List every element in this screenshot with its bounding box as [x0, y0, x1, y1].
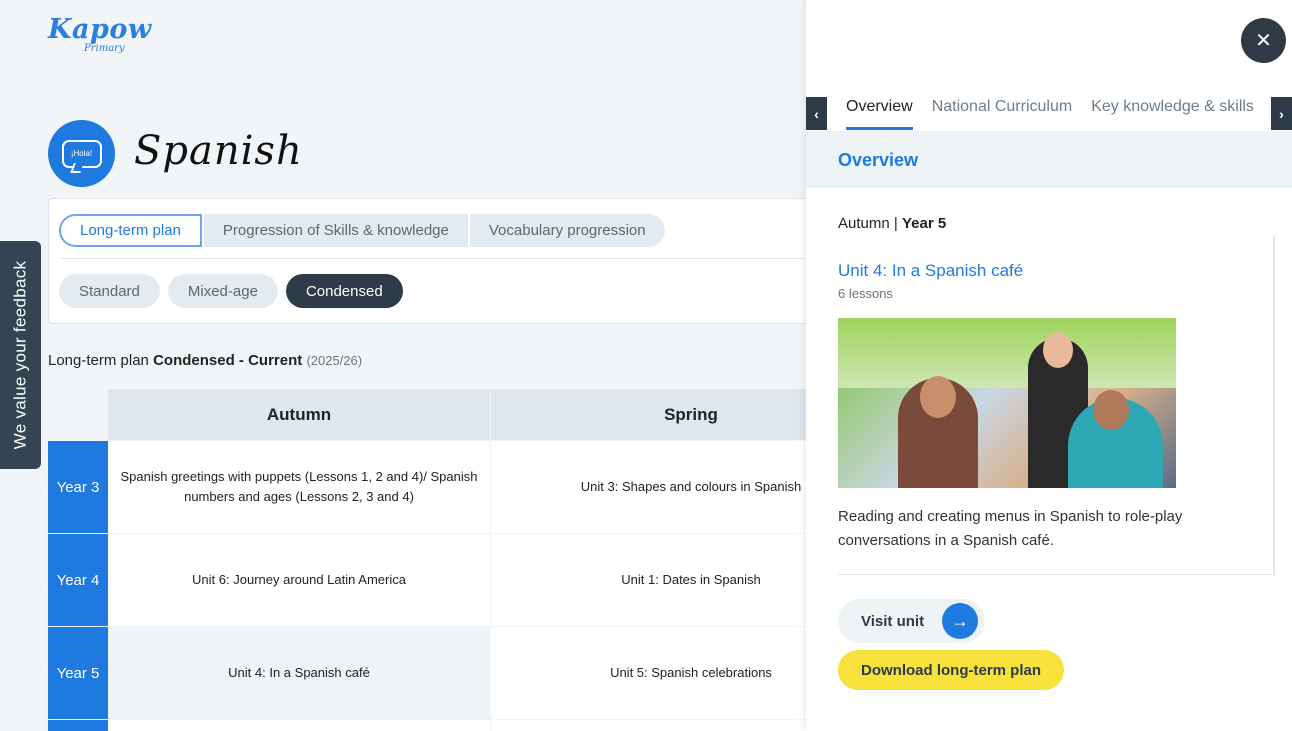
unit-lesson-count: 6 lessons [838, 286, 893, 301]
photo-background [838, 318, 1176, 388]
tab-long-term-plan[interactable]: Long-term plan [59, 214, 202, 247]
panel-tabs: Overview National Curriculum Key knowled… [846, 98, 1254, 130]
photo-face-3 [1093, 390, 1129, 430]
chevron-right-icon: › [1279, 105, 1284, 122]
tab-national-curriculum[interactable]: National Curriculum [932, 98, 1073, 130]
caption-year: (2025/26) [306, 353, 363, 368]
pill-mixed-age[interactable]: Mixed-age [167, 274, 278, 308]
unit-title-link[interactable]: Unit 4: In a Spanish café [838, 261, 1023, 281]
term-year: Autumn | Year 5 [838, 215, 946, 232]
chevron-left-icon: ‹ [814, 105, 819, 122]
tabs-prev-button[interactable]: ‹ [806, 97, 827, 130]
tab-key-knowledge[interactable]: Key knowledge & skills [1091, 98, 1254, 130]
row-label-year-4: Year 4 [48, 534, 108, 626]
row-label-next [48, 720, 108, 731]
divider [838, 574, 1273, 575]
header-autumn: Autumn [108, 389, 490, 440]
page-title: Spanish [134, 128, 303, 174]
cell-year-4-autumn[interactable]: Unit 6: Journey around Latin America [108, 534, 490, 626]
pill-condensed[interactable]: Condensed [285, 274, 403, 308]
close-button[interactable]: ✕ [1241, 18, 1286, 63]
visit-unit-label: Visit unit [861, 612, 925, 630]
logo-sub: Primary [84, 43, 125, 54]
tab-vocabulary[interactable]: Vocabulary progression [469, 214, 665, 247]
panel-heading-bar: Overview [806, 131, 1292, 187]
term-label: Autumn [838, 215, 890, 232]
cell-year-5-autumn[interactable]: Unit 4: In a Spanish café [108, 627, 490, 719]
plan-caption: Long-term plan Condensed - Current (2025… [48, 352, 362, 369]
visit-unit-button[interactable]: Visit unit → [838, 599, 985, 643]
plan-selector: Long-term plan Progression of Skills & k… [48, 198, 828, 324]
plan-tabs: Long-term plan Progression of Skills & k… [59, 214, 665, 247]
photo-face-2 [1043, 332, 1073, 368]
photo-face-1 [920, 376, 956, 418]
cell-next-autumn [108, 720, 490, 731]
cell-year-3-autumn[interactable]: Spanish greetings with puppets (Lessons … [108, 441, 490, 533]
year-label: Year 5 [901, 215, 947, 232]
caption-plan-name: Condensed - Current [153, 352, 303, 369]
row-label-year-5: Year 5 [48, 627, 108, 719]
tab-overview[interactable]: Overview [846, 98, 913, 130]
caption-prefix: Long-term plan [48, 352, 149, 369]
divider [59, 258, 827, 259]
term-separator: | [893, 215, 898, 232]
feedback-label: We value your feedback [10, 260, 30, 450]
unit-description: Reading and creating menus in Spanish to… [838, 508, 1183, 549]
pill-standard[interactable]: Standard [59, 274, 160, 308]
row-label-year-3: Year 3 [48, 441, 108, 533]
tabs-next-button[interactable]: › [1271, 97, 1292, 130]
logo-main: Kapow [48, 14, 152, 45]
feedback-tab[interactable]: We value your feedback [0, 241, 41, 469]
speech-bubble-icon: ¡Hola! [48, 120, 115, 187]
download-plan-button[interactable]: Download long-term plan [838, 650, 1064, 690]
kapow-logo[interactable]: Kapow Primary [48, 16, 152, 54]
panel-heading: Overview [838, 150, 919, 170]
tab-progression[interactable]: Progression of Skills & knowledge [203, 214, 468, 247]
unit-photo [838, 318, 1176, 488]
close-icon: ✕ [1255, 30, 1272, 52]
unit-overview-panel: ✕ ‹ Overview National Curriculum Key kno… [806, 0, 1292, 731]
scrollbar-track[interactable] [1273, 236, 1275, 576]
arrow-right-icon: → [942, 603, 978, 639]
plan-type-pills: Standard Mixed-age Condensed [59, 274, 403, 308]
speech-bubble-text: ¡Hola! [61, 139, 102, 168]
